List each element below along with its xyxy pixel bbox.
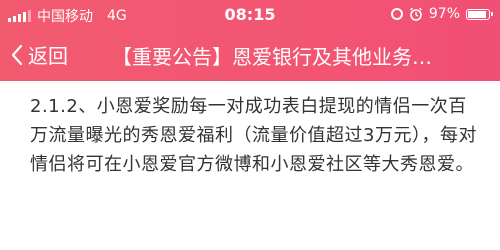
rotation-lock-icon: [390, 8, 403, 20]
nav-bar: 返回 【重要公告】恩爱银行及其他业务…: [0, 36, 500, 76]
status-bar: 中国移动 4G 08:15 97%: [0, 0, 500, 32]
back-button[interactable]: 返回: [10, 40, 68, 69]
back-label: 返回: [28, 44, 68, 68]
status-right: 97%: [390, 6, 493, 22]
battery-percent: 97%: [428, 6, 460, 22]
announcement-body: 2.1.2、小恩爱奖励每一对成功表白提现的情侣一次百万流量曝光的秀恩爱福利（流量…: [30, 96, 477, 175]
alarm-icon: [409, 7, 422, 21]
page-title: 【重要公告】恩爱银行及其他业务…: [112, 45, 432, 69]
chevron-left-icon: [11, 44, 23, 65]
app-header: 中国移动 4G 08:15 97% 返回 【重要公告】恩爱银行及其他业务…: [0, 0, 500, 81]
battery-icon: [466, 8, 493, 20]
